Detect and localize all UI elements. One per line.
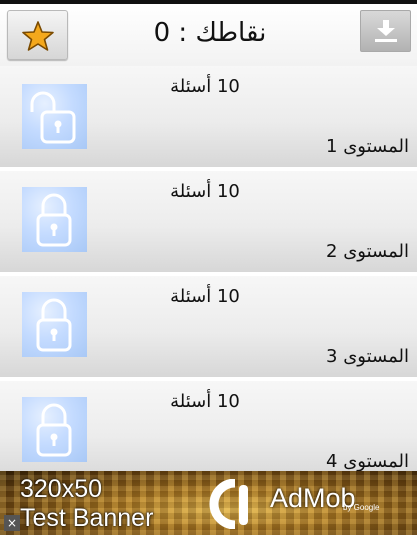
level-row-3[interactable]: 10 أسئلة المستوى 3 [0,276,417,379]
ad-size-text: 320x50 [20,475,103,503]
level-title: المستوى [343,346,409,367]
ad-close-icon[interactable]: × [4,515,20,531]
level-label: المستوى 3 [326,346,409,367]
ad-banner[interactable]: 320x50 Test Banner AdMob by Google × [0,471,417,535]
score-label: نقاطك : [178,18,267,48]
unlocked-padlock-icon [30,91,76,144]
level-lock-tile [22,84,87,149]
level-lock-tile [22,292,87,357]
download-button[interactable] [360,10,411,52]
level-label: المستوى 1 [326,136,409,157]
level-number: 3 [326,346,338,367]
level-row-4[interactable]: 10 أسئلة المستوى 4 [0,381,417,471]
level-label: المستوى 4 [326,451,409,471]
level-title: المستوى [343,241,409,262]
level-row-2[interactable]: 10 أسئلة المستوى 2 [0,171,417,274]
admob-logo-icon [209,479,248,529]
levels-list: 10 أسئلة المستوى 1 10 أسئلة المستوى 2 10… [0,66,417,471]
locked-padlock-icon [36,298,72,352]
ad-title-text: Test Banner [20,504,154,532]
admob-by-google: by Google [343,503,380,512]
question-count: 10 أسئلة [170,391,240,412]
level-label: المستوى 2 [326,241,409,262]
level-row-1[interactable]: 10 أسئلة المستوى 1 [0,66,417,169]
star-icon [22,21,54,51]
header-bar: نقاطك : 0 [0,4,417,66]
download-icon [375,20,397,42]
locked-padlock-icon [36,193,72,247]
level-number: 1 [326,136,338,157]
score-value: 0 [153,18,171,48]
level-number: 4 [326,451,338,471]
question-count: 10 أسئلة [170,286,240,307]
level-lock-tile [22,397,87,462]
favorites-button[interactable] [7,10,68,60]
locked-padlock-icon [36,403,72,457]
level-title: المستوى [343,136,409,157]
question-count: 10 أسئلة [170,181,240,202]
level-title: المستوى [343,451,409,471]
question-count: 10 أسئلة [170,76,240,97]
level-number: 2 [326,241,338,262]
level-lock-tile [22,187,87,252]
score-display: نقاطك : 0 [120,18,300,54]
